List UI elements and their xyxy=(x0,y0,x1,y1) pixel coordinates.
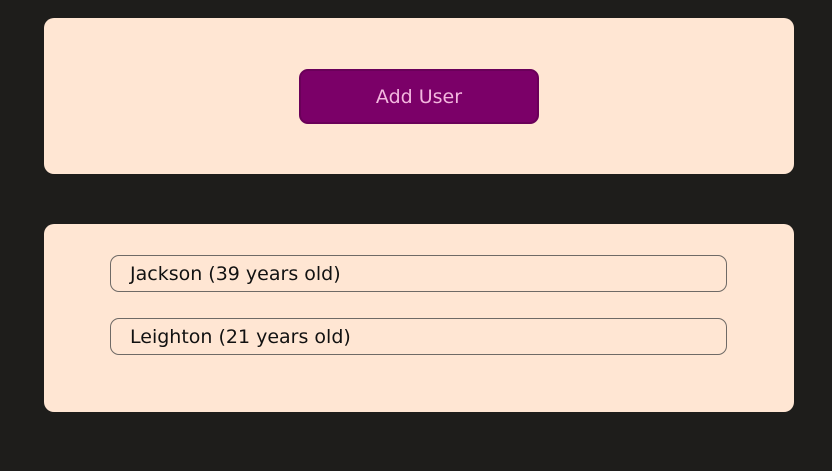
list-item: Leighton (21 years old) xyxy=(110,318,727,355)
list-item: Jackson (39 years old) xyxy=(110,255,727,292)
user-list-card: Jackson (39 years old) Leighton (21 year… xyxy=(44,224,794,412)
add-user-card: Add User xyxy=(44,18,794,174)
add-user-button[interactable]: Add User xyxy=(299,69,539,124)
